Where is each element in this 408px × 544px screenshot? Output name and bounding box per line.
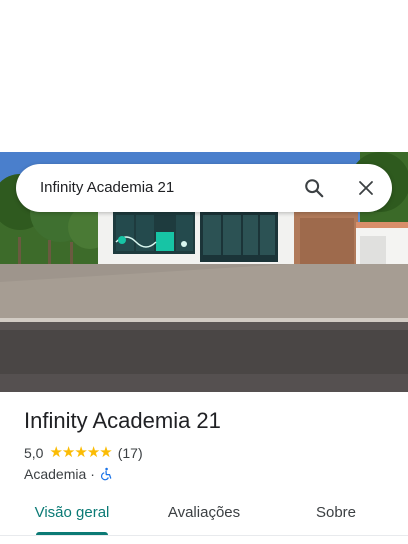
star-icon: ★ [99,444,112,461]
search-bar[interactable]: Infinity Academia 21 [16,164,392,212]
star-rating: ★ ★ ★ ★ ★ [49,444,112,462]
place-title: Infinity Academia 21 [24,408,221,433]
star-icon: ★ [61,444,75,461]
category-row: Academia · [24,465,113,483]
category-label: Academia [24,466,87,482]
star-icon: ★ [49,444,62,461]
star-icon: ★ [86,444,100,461]
tab-overview[interactable]: Visão geral [24,494,120,536]
tabs-divider [0,535,408,536]
tab-about[interactable]: Sobre [296,494,376,536]
search-input[interactable]: Infinity Academia 21 [40,164,174,212]
tab-reviews[interactable]: Avaliações [156,494,252,536]
star-icon: ★ [74,444,87,461]
wheelchair-icon[interactable] [99,467,113,481]
review-count[interactable]: (17) [118,445,143,461]
rating-row[interactable]: 5,0 ★ ★ ★ ★ ★ (17) [24,444,143,462]
close-icon[interactable] [352,174,380,202]
rating-value: 5,0 [24,445,44,461]
category-separator: · [90,466,95,482]
search-icon[interactable] [300,174,328,202]
tab-bar: Visão geral Avaliações Sobre [0,494,408,536]
